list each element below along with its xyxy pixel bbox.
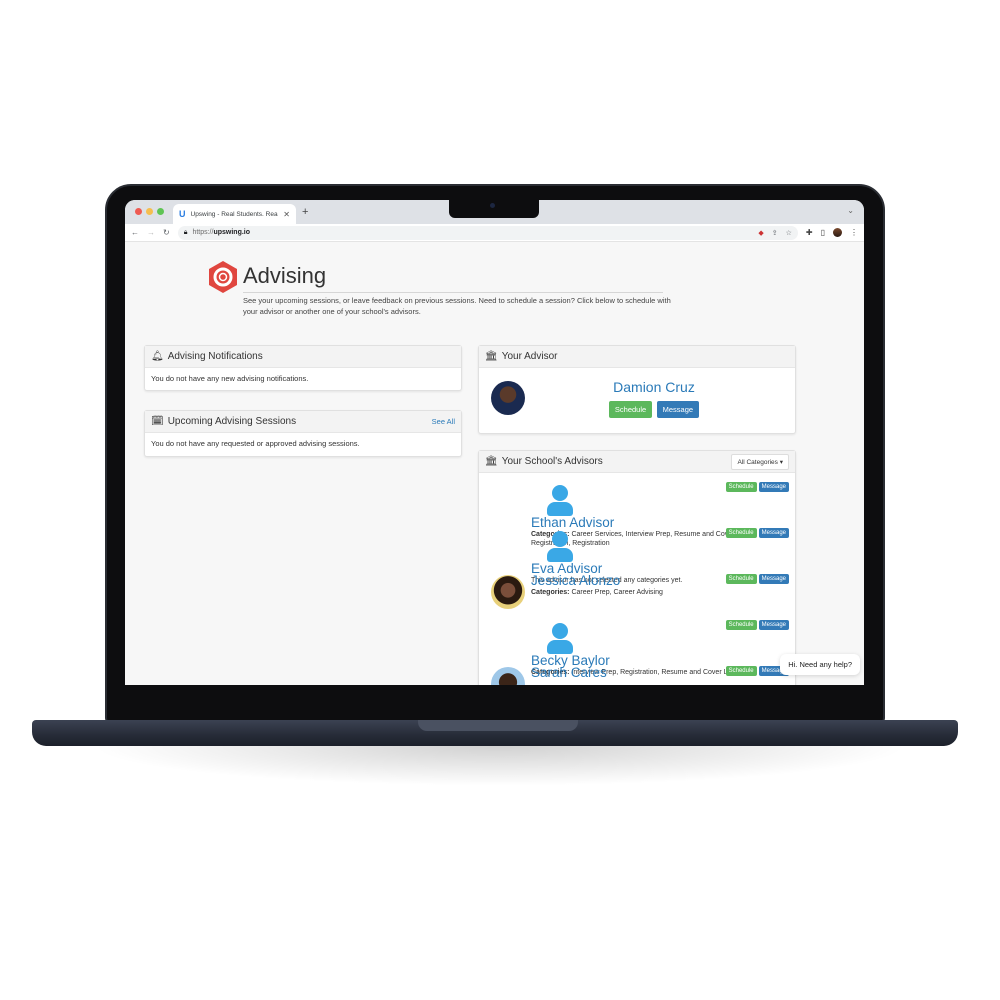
schedule-button[interactable]: Schedule	[725, 528, 757, 538]
panel-title: Advising Notifications	[167, 351, 263, 362]
advisor-list-item: Eva Advisor This advisor has not selecte…	[479, 525, 795, 584]
sessions-empty-text: You do not have any requested or approve…	[151, 439, 360, 448]
minimize-window-button[interactable]	[146, 208, 153, 215]
url-bar[interactable]: 🔒︎ https://upswing.io ◆ ⇪ ☆	[177, 225, 798, 240]
laptop-shadow	[90, 746, 910, 786]
product-mockup: U Upswing - Real Students. Real ✕ + ⌄ ← …	[0, 0, 1000, 1000]
chat-prompt-bubble[interactable]: Hi. Need any help?	[780, 654, 860, 675]
extension-blocked-icon[interactable]: ◆	[758, 229, 763, 237]
close-window-button[interactable]	[135, 208, 142, 215]
tab-search-chevron-icon[interactable]: ⌄	[847, 206, 854, 215]
category-filter-dropdown[interactable]: All Categories ▾	[731, 453, 789, 470]
see-all-link[interactable]: See All	[432, 417, 455, 426]
puzzle-icon[interactable]: ✚	[806, 228, 813, 237]
browser-window: U Upswing - Real Students. Real ✕ + ⌄ ← …	[125, 200, 864, 685]
page-title: Advising	[243, 263, 327, 288]
default-user-icon	[543, 529, 577, 563]
profile-avatar[interactable]	[833, 228, 842, 237]
url-protocol: https://	[192, 229, 214, 236]
laptop-hinge-notch	[418, 720, 578, 731]
message-button[interactable]: Message	[758, 528, 789, 538]
advisor-list-item: Sarah Cares Schedule Message	[479, 663, 795, 685]
advisor-avatar	[491, 575, 525, 609]
browser-tab[interactable]: U Upswing - Real Students. Real ✕	[173, 204, 296, 224]
panel-header: 🔔︎ Advising Notifications	[145, 346, 461, 368]
advisor-name-link[interactable]: Damion Cruz	[525, 379, 783, 395]
notifications-empty-text: You do not have any new advising notific…	[151, 374, 309, 383]
advisor-card: Damion Cruz Schedule Message	[479, 368, 795, 428]
your-advisor-panel: 🏛︎ Your Advisor Damion Cruz Schedule Mes…	[478, 345, 796, 434]
advisor-list-item: Becky Baylor Categories: Interview Prep,…	[479, 617, 795, 676]
school-advisors-panel: 🏛︎ Your School's Advisors All Categories…	[478, 450, 796, 685]
panel-header: 🗓︎ Upcoming Advising Sessions See All	[145, 411, 461, 433]
calendar-icon: 🗓︎	[151, 416, 164, 427]
default-user-icon	[543, 483, 577, 517]
message-button[interactable]: Message	[758, 574, 789, 584]
reload-icon[interactable]: ↻	[163, 228, 170, 237]
panel-title: Upcoming Advising Sessions	[167, 416, 297, 427]
close-tab-icon[interactable]: ✕	[283, 210, 290, 219]
notifications-panel: 🔔︎ Advising Notifications You do not hav…	[144, 345, 462, 391]
tab-title: Upswing - Real Students. Real	[190, 210, 279, 218]
address-toolbar: ← → ↻ 🔒︎ https://upswing.io ◆ ⇪ ☆ ✚ ▯ ⋮	[125, 224, 864, 242]
panel-header: 🏛︎ Your School's Advisors All Categories…	[479, 451, 795, 473]
advisor-avatar	[491, 381, 525, 415]
schedule-button[interactable]: Schedule	[725, 482, 757, 492]
advisor-list-item: Ethan Advisor Categories: Career Service…	[479, 479, 795, 547]
camera-notch	[449, 199, 539, 218]
default-user-icon	[543, 621, 577, 655]
upswing-logo-icon: U	[179, 209, 186, 219]
bell-icon: 🔔︎	[151, 351, 164, 362]
panel-title: Your School's Advisors	[501, 456, 603, 467]
panel-title: Your Advisor	[501, 351, 558, 362]
advisor-categories: Categories: Career Prep, Career Advising	[531, 589, 663, 596]
new-tab-button[interactable]: +	[302, 206, 308, 218]
message-button[interactable]: Message	[656, 400, 700, 418]
upcoming-sessions-panel: 🗓︎ Upcoming Advising Sessions See All Yo…	[144, 410, 462, 457]
schedule-button[interactable]: Schedule	[725, 620, 757, 630]
advisor-avatar	[491, 667, 525, 685]
menu-icon[interactable]: ⋮	[850, 228, 858, 237]
lock-icon: 🔒︎	[183, 228, 188, 236]
advisor-list: Ethan Advisor Categories: Career Service…	[479, 473, 795, 685]
panel-header: 🏛︎ Your Advisor	[479, 346, 795, 368]
page-description: See your upcoming sessions, or leave fee…	[243, 296, 671, 316]
advising-lifebuoy-icon	[209, 261, 237, 293]
schedule-button[interactable]: Schedule	[608, 400, 653, 418]
back-icon[interactable]: ←	[131, 228, 139, 237]
schedule-button[interactable]: Schedule	[725, 574, 757, 584]
maximize-window-button[interactable]	[157, 208, 164, 215]
url-host: upswing.io	[213, 229, 251, 236]
advising-page: Advising See your upcoming sessions, or …	[125, 242, 864, 685]
sidebar-icon[interactable]: ▯	[821, 228, 825, 237]
institution-icon: 🏛︎	[485, 456, 498, 467]
institution-icon: 🏛︎	[485, 351, 498, 362]
star-icon[interactable]: ☆	[786, 229, 792, 237]
share-icon[interactable]: ⇪	[772, 229, 778, 237]
camera-icon	[490, 203, 495, 208]
schedule-button[interactable]: Schedule	[725, 666, 757, 676]
forward-icon[interactable]: →	[147, 228, 155, 237]
message-button[interactable]: Message	[758, 482, 789, 492]
window-controls	[135, 208, 164, 215]
advisor-list-item: Jessica Alonzo Categories: Career Prep, …	[479, 571, 795, 617]
title-divider	[243, 292, 663, 293]
message-button[interactable]: Message	[758, 620, 789, 630]
